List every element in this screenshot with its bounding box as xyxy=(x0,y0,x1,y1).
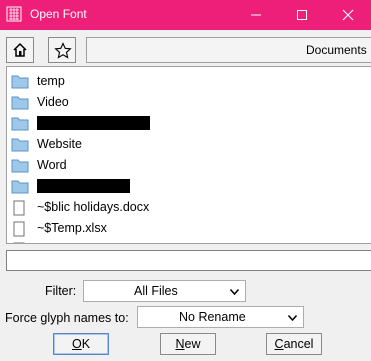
maximize-icon xyxy=(297,10,307,20)
list-item[interactable]: Video xyxy=(7,92,367,113)
ok-label-rest: K xyxy=(81,337,91,351)
list-item[interactable] xyxy=(7,176,367,197)
file-list[interactable]: temp Video Website Word ~$blic holidays.… xyxy=(6,66,371,244)
ok-button[interactable]: OK xyxy=(53,333,109,355)
window-title: Open Font xyxy=(30,7,87,21)
list-item-label: ~$blic holidays.docx xyxy=(37,200,150,214)
list-item-label: ~$Temp.xlsx xyxy=(37,221,107,235)
path-label: Documents xyxy=(306,43,367,57)
cancel-label-rest: ancel xyxy=(283,337,314,351)
minimize-icon xyxy=(251,14,261,16)
list-item[interactable]: Word xyxy=(7,155,367,176)
cancel-button[interactable]: Cancel xyxy=(266,333,322,355)
list-item-label: temp xyxy=(37,74,65,88)
title-bar[interactable]: Open Font xyxy=(0,0,371,30)
redacted-name xyxy=(37,179,130,193)
list-item[interactable]: ~$Temp.xlsx xyxy=(7,218,367,239)
close-icon xyxy=(342,9,354,21)
new-label-rest: ew xyxy=(184,337,201,351)
chevron-down-icon xyxy=(288,315,297,321)
ok-mnemonic: O xyxy=(71,337,82,351)
file-icon xyxy=(13,200,25,216)
glyph-names-label: Force glyph names to: xyxy=(5,311,129,325)
new-button[interactable]: New xyxy=(160,333,216,355)
maximize-button[interactable] xyxy=(279,0,325,30)
cancel-mnemonic: C xyxy=(274,337,284,351)
folder-icon xyxy=(11,117,29,131)
bookmark-button[interactable] xyxy=(48,37,76,63)
folder-icon xyxy=(11,180,29,194)
filter-label: Filter: xyxy=(45,284,77,298)
chevron-down-icon xyxy=(230,289,239,295)
filter-value: All Files xyxy=(134,284,178,298)
glyph-names-select[interactable]: No Rename xyxy=(137,306,304,328)
filter-select[interactable]: All Files xyxy=(83,280,246,302)
list-item[interactable]: Website xyxy=(7,134,367,155)
folder-icon xyxy=(11,75,29,89)
list-item[interactable]: ~$blic holidays.docx xyxy=(7,197,367,218)
fontforge-app-icon xyxy=(6,6,22,22)
list-item[interactable]: temp xyxy=(7,71,367,92)
minimize-button[interactable] xyxy=(233,0,279,30)
home-icon xyxy=(13,42,27,57)
home-button[interactable] xyxy=(6,37,34,63)
folder-icon xyxy=(11,159,29,173)
list-item-label: Website xyxy=(37,137,82,151)
folder-icon xyxy=(11,138,29,152)
list-item[interactable] xyxy=(7,113,367,134)
folder-icon xyxy=(11,96,29,110)
filename-input[interactable] xyxy=(6,250,371,271)
file-icon xyxy=(13,242,25,243)
list-item-label: Word xyxy=(37,158,67,172)
list-item-label: Video xyxy=(37,95,69,109)
file-icon xyxy=(13,221,25,237)
list-item[interactable] xyxy=(7,239,367,243)
redacted-name xyxy=(37,116,150,130)
path-button[interactable]: Documents xyxy=(86,37,371,63)
close-button[interactable] xyxy=(325,0,371,30)
glyph-names-value: No Rename xyxy=(179,310,246,324)
star-icon xyxy=(54,42,72,59)
new-mnemonic: N xyxy=(175,337,185,351)
